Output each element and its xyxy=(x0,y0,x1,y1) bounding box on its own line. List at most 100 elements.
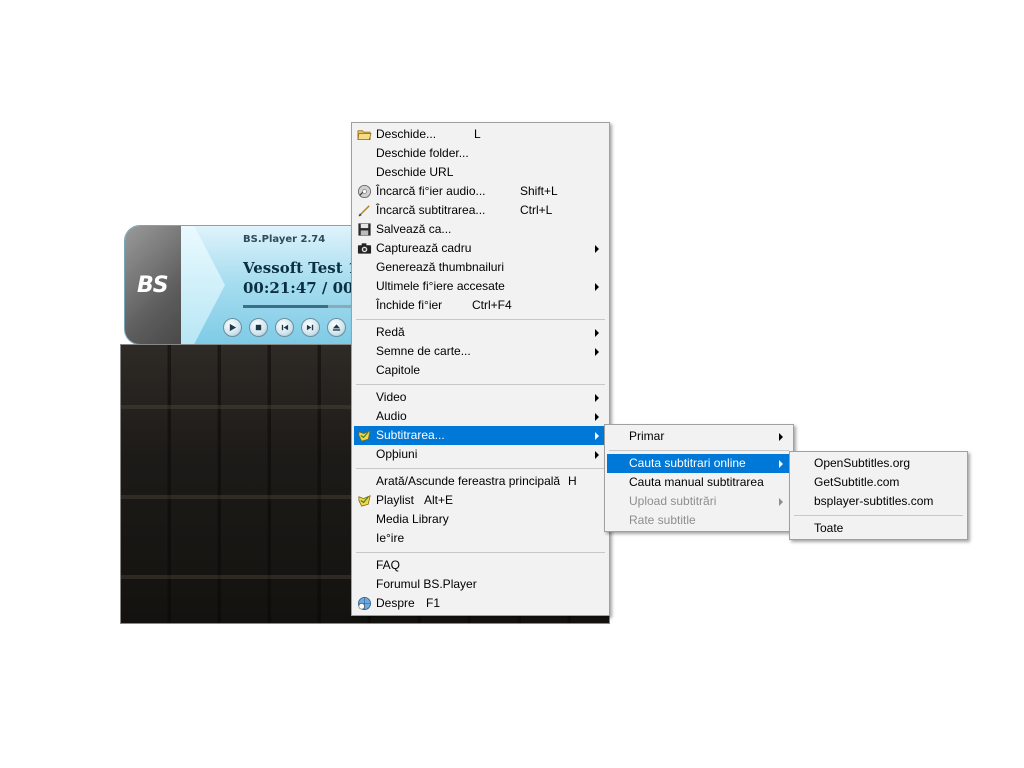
menu-item-semne-de-carte[interactable]: Semne de carte... xyxy=(354,342,607,361)
subtitle-icon xyxy=(358,430,371,442)
menu-item-shortcut: Ctrl+F4 xyxy=(472,298,512,312)
next-icon xyxy=(306,324,314,331)
menu-item-playlist[interactable]: Playlist Alt+E xyxy=(354,491,607,510)
submenu-item-rate: Rate subtitle xyxy=(607,511,791,530)
menu-item-label: Capitole xyxy=(376,363,421,377)
menu-item-iesire[interactable]: Ie°ire xyxy=(354,529,607,548)
menu-separator xyxy=(609,450,789,451)
menu-item-arata-ascunde[interactable]: Arată/Ascunde fereastra principală H xyxy=(354,472,607,491)
menu-item-label: Încarcă subtitrarea... xyxy=(376,203,486,217)
menu-item-label: Salvează ca... xyxy=(376,222,452,236)
submenu-item-primar[interactable]: Primar xyxy=(607,427,791,446)
folder-open-icon xyxy=(357,130,372,141)
submenu-arrow-icon xyxy=(595,451,599,459)
menu-item-label: Deschide URL xyxy=(376,165,454,179)
submenu-arrow-icon xyxy=(779,433,783,441)
stop-icon xyxy=(255,324,262,331)
audio-disc-icon xyxy=(358,185,371,198)
submenu-arrow-icon xyxy=(779,460,783,468)
menu-item-label: Deschide... xyxy=(376,127,437,141)
menu-item-shortcut: Ctrl+L xyxy=(520,203,553,217)
menu-item-inchide-fisier[interactable]: Închide fi°ier Ctrl+F4 xyxy=(354,296,607,315)
menu-separator xyxy=(356,319,605,320)
menu-item-label: Despre xyxy=(376,596,415,610)
menu-item-incarca-subtitrarea[interactable]: Încarcă subtitrarea... Ctrl+L xyxy=(354,201,607,220)
menu-item-video[interactable]: Video xyxy=(354,388,607,407)
menu-item-label: Subtitrarea... xyxy=(376,428,445,442)
menu-item-label: Cauta subtitrari online xyxy=(629,456,746,470)
submenu-arrow-icon xyxy=(595,432,599,440)
previous-button[interactable] xyxy=(275,318,294,337)
main-context-menu: Deschide... L Deschide folder... Deschid… xyxy=(351,122,610,616)
menu-item-label: Ie°ire xyxy=(376,531,405,545)
menu-item-label: Cauta manual subtitrarea xyxy=(629,475,764,489)
menu-item-media-library[interactable]: Media Library xyxy=(354,510,607,529)
seek-bar-fill xyxy=(243,305,329,308)
menu-item-label: Semne de carte... xyxy=(376,344,471,358)
menu-item-label: Upload subtitrări xyxy=(629,494,717,508)
submenu-item-bsplayer-subtitles[interactable]: bsplayer-subtitles.com xyxy=(792,492,965,511)
menu-item-label: Forumul BS.Player xyxy=(376,577,477,591)
menu-item-label: Generează thumbnailuri xyxy=(376,260,505,274)
menu-item-label: Arată/Ascunde fereastra principală xyxy=(376,474,561,488)
menu-item-label: Toate xyxy=(814,521,844,535)
menu-item-deschide-url[interactable]: Deschide URL xyxy=(354,163,607,182)
previous-icon xyxy=(281,324,289,331)
menu-item-label: Media Library xyxy=(376,512,449,526)
menu-item-label: Playlist xyxy=(376,493,415,507)
seek-bar[interactable] xyxy=(243,305,365,308)
logo-text: BS xyxy=(137,273,169,298)
menu-item-subtitrarea[interactable]: Subtitrarea... xyxy=(354,426,607,445)
next-button[interactable] xyxy=(301,318,320,337)
menu-item-label: Redă xyxy=(376,325,405,339)
menu-item-incarca-audio[interactable]: Încarcă fi°ier audio... Shift+L xyxy=(354,182,607,201)
play-button[interactable] xyxy=(223,318,242,337)
menu-item-label: bsplayer-subtitles.com xyxy=(814,494,934,508)
menu-item-captureaza-cadru[interactable]: Capturează cadru xyxy=(354,239,607,258)
menu-item-label: Rate subtitle xyxy=(629,513,696,527)
pen-icon xyxy=(358,205,370,217)
menu-item-salveaza-ca[interactable]: Salvează ca... xyxy=(354,220,607,239)
submenu-arrow-icon xyxy=(779,498,783,506)
submenu-item-cauta-manual[interactable]: Cauta manual subtitrarea xyxy=(607,473,791,492)
floppy-disk-icon xyxy=(358,223,371,236)
stop-button[interactable] xyxy=(249,318,268,337)
menu-item-forum[interactable]: Forumul BS.Player xyxy=(354,575,607,594)
submenu-arrow-icon xyxy=(595,329,599,337)
menu-item-label: GetSubtitle.com xyxy=(814,475,900,489)
menu-item-faq[interactable]: FAQ xyxy=(354,556,607,575)
menu-item-label: Opþiuni xyxy=(376,447,418,461)
submenu-item-cauta-online[interactable]: Cauta subtitrari online xyxy=(607,454,791,473)
menu-item-label: Deschide folder... xyxy=(376,146,469,160)
globe-info-icon xyxy=(358,597,371,610)
camera-icon xyxy=(357,243,372,254)
online-search-submenu: OpenSubtitles.org GetSubtitle.com bsplay… xyxy=(789,451,968,540)
eject-button[interactable] xyxy=(327,318,346,337)
submenu-item-getsubtitle[interactable]: GetSubtitle.com xyxy=(792,473,965,492)
submenu-item-toate[interactable]: Toate xyxy=(792,519,965,538)
menu-item-capitole[interactable]: Capitole xyxy=(354,361,607,380)
subtitle-submenu: Primar Cauta subtitrari online Cauta man… xyxy=(604,424,794,532)
menu-item-deschide-folder[interactable]: Deschide folder... xyxy=(354,144,607,163)
menu-item-shortcut: H xyxy=(568,474,577,488)
menu-item-optiuni[interactable]: Opþiuni xyxy=(354,445,607,464)
menu-item-label: OpenSubtitles.org xyxy=(814,456,911,470)
menu-item-shortcut: Alt+E xyxy=(424,493,454,507)
menu-item-despre[interactable]: Despre F1 xyxy=(354,594,607,613)
submenu-arrow-icon xyxy=(595,348,599,356)
menu-item-deschide[interactable]: Deschide... L xyxy=(354,125,607,144)
menu-item-label: Ultimele fi°iere accesate xyxy=(376,279,505,293)
menu-item-reda[interactable]: Redă xyxy=(354,323,607,342)
menu-item-genereaza-thumbnailuri[interactable]: Generează thumbnailuri xyxy=(354,258,607,277)
menu-separator xyxy=(356,552,605,553)
menu-separator xyxy=(356,468,605,469)
menu-item-audio[interactable]: Audio xyxy=(354,407,607,426)
track-title: Vessoft Test 1. xyxy=(243,259,364,277)
submenu-arrow-icon xyxy=(595,245,599,253)
menu-item-label: Închide fi°ier xyxy=(376,298,443,312)
playlist-icon xyxy=(358,495,371,507)
menu-item-ultimele-fisiere[interactable]: Ultimele fi°iere accesate xyxy=(354,277,607,296)
submenu-item-opensubtitles[interactable]: OpenSubtitles.org xyxy=(792,454,965,473)
menu-separator xyxy=(356,384,605,385)
menu-item-label: Video xyxy=(376,390,407,404)
